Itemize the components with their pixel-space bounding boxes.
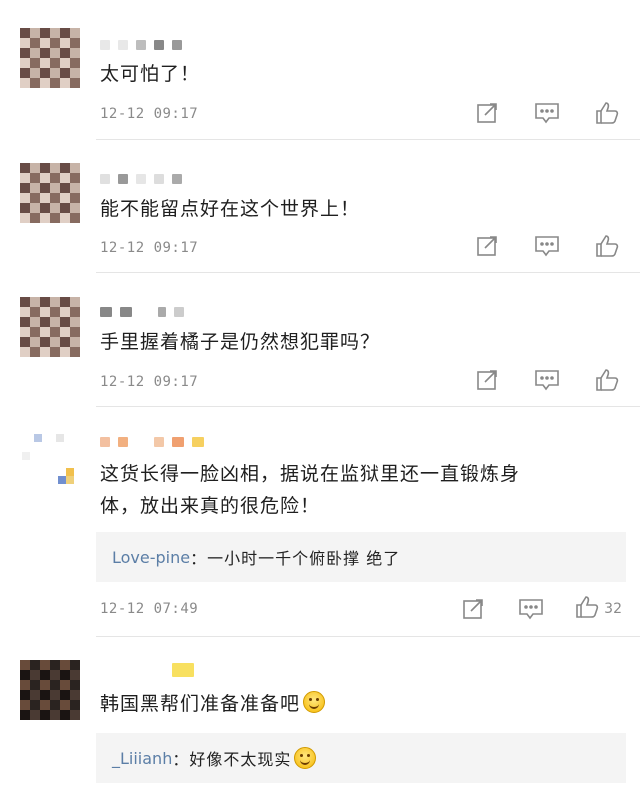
comment-icon[interactable]	[532, 98, 562, 128]
reply-box[interactable]: _Liiianh：好像不太现实	[96, 733, 626, 783]
thumbs-up-icon[interactable]	[574, 594, 600, 624]
comment-time: 12-12 09:17	[100, 240, 199, 256]
divider	[96, 406, 640, 407]
comment-icon[interactable]	[532, 365, 562, 395]
share-icon[interactable]	[472, 365, 502, 395]
comment-text-line: 体，放出来真的很危险！	[100, 495, 321, 517]
share-icon[interactable]	[472, 98, 502, 128]
divider	[96, 139, 640, 140]
reply-username[interactable]: _Liiianh	[112, 749, 172, 768]
comment-text: 韩国黑帮们准备准备吧	[100, 688, 620, 720]
comment-actions	[472, 231, 622, 261]
reply-username[interactable]: Love-pine	[112, 548, 190, 567]
comment-text: 太可怕了！	[100, 63, 201, 85]
comment-actions: 32	[458, 594, 622, 624]
smile-emoji-icon	[303, 691, 326, 713]
comment-time: 12-12 09:17	[100, 374, 199, 390]
reply-box[interactable]: Love-pine：一小时一千个俯卧撑 绝了	[96, 532, 626, 582]
thumbs-up-icon[interactable]	[592, 365, 622, 395]
username-blurred[interactable]	[100, 172, 182, 186]
avatar[interactable]	[20, 163, 80, 223]
username-blurred[interactable]	[100, 435, 204, 449]
avatar[interactable]	[20, 28, 80, 88]
reply-separator: ：	[172, 750, 190, 769]
thumbs-up-icon[interactable]	[592, 98, 622, 128]
reply-separator: ：	[190, 549, 208, 568]
like-button[interactable]: 32	[574, 594, 622, 624]
thumbs-up-icon[interactable]	[592, 231, 622, 261]
username-blurred[interactable]	[100, 38, 182, 52]
avatar[interactable]	[20, 430, 80, 490]
avatar[interactable]	[20, 297, 80, 357]
avatar[interactable]	[20, 660, 80, 720]
reply-text: 一小时一千个俯卧撑 绝了	[207, 549, 401, 568]
comment-actions	[472, 365, 622, 395]
grimace-emoji-icon	[294, 747, 317, 769]
username-blurred[interactable]	[100, 305, 184, 319]
comment-time: 12-12 09:17	[100, 106, 199, 122]
comment-icon[interactable]	[516, 594, 546, 624]
comment-text: 能不能留点好在这个世界上！	[100, 198, 361, 220]
divider	[96, 272, 640, 273]
comment-actions	[472, 98, 622, 128]
comment-icon[interactable]	[532, 231, 562, 261]
share-icon[interactable]	[472, 231, 502, 261]
comment-text-line: 这货长得一脸凶相，据说在监狱里还一直锻炼身	[100, 463, 521, 485]
comment-text: 手里握着橘子是仍然想犯罪吗？	[100, 331, 381, 353]
like-count: 32	[604, 601, 622, 617]
divider	[96, 636, 640, 637]
comment-text: 这货长得一脸凶相，据说在监狱里还一直锻炼身 体，放出来真的很危险！	[100, 458, 620, 522]
comment-text-content: 韩国黑帮们准备准备吧	[100, 693, 301, 715]
comment-time: 12-12 07:49	[100, 601, 199, 617]
username-blurred[interactable]	[100, 663, 194, 677]
reply-text: 好像不太现实	[189, 750, 292, 769]
share-icon[interactable]	[458, 594, 488, 624]
